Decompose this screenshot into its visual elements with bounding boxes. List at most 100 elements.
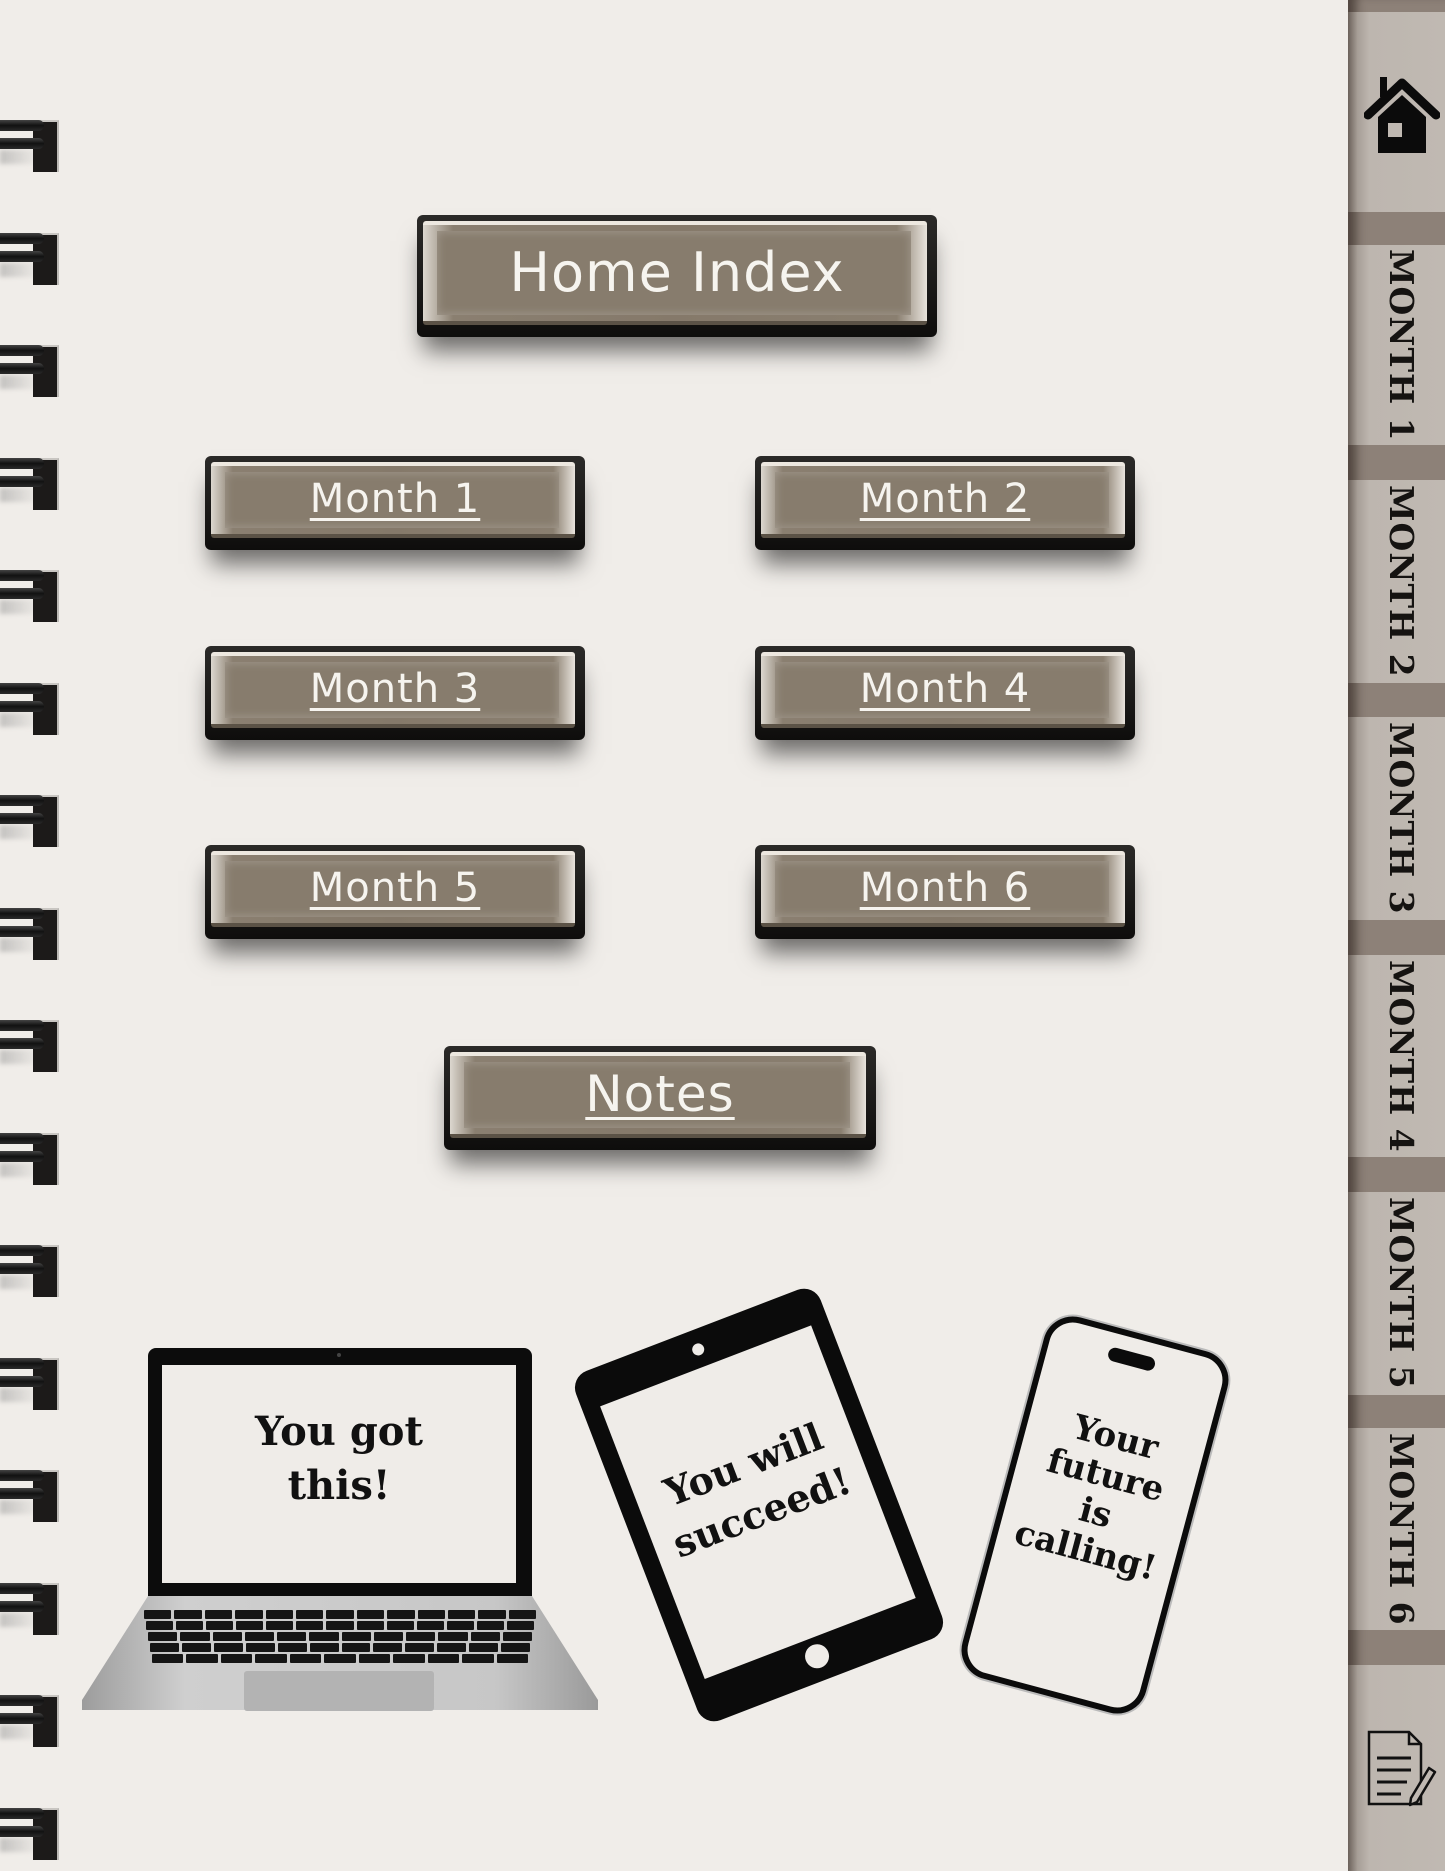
- planner-page: Home Index Month 1 Month 2 Month 3 Month…: [0, 0, 1348, 1871]
- tablet-screen: You will succeed!: [600, 1325, 916, 1679]
- keyboard-key: [478, 1610, 506, 1619]
- tab-month-1[interactable]: MONTH 1: [1348, 245, 1445, 445]
- keyboard-key: [393, 1654, 425, 1663]
- laptop-trackpad: [244, 1671, 434, 1711]
- laptop-text-line2: this!: [287, 1462, 391, 1509]
- spiral-ring: [0, 1464, 60, 1526]
- spiral-ring: [0, 1014, 60, 1076]
- keyboard-key: [373, 1643, 403, 1652]
- keyboard-key: [469, 1643, 499, 1652]
- spiral-ring: [0, 1352, 60, 1414]
- keyboard-key: [341, 1643, 371, 1652]
- tab-month-1-label: MONTH 1: [1382, 248, 1421, 442]
- month-1-button[interactable]: Month 1: [205, 456, 585, 550]
- keyboard-key: [341, 1632, 371, 1641]
- home-index-label: Home Index: [509, 240, 845, 304]
- month-2-label: Month 2: [859, 476, 1031, 522]
- keyboard-key: [144, 1610, 172, 1619]
- keyboard-key: [176, 1621, 204, 1630]
- keyboard-key: [309, 1643, 339, 1652]
- keyboard-key: [324, 1654, 356, 1663]
- keyboard-key: [356, 1610, 385, 1619]
- keyboard-key: [427, 1654, 460, 1663]
- tab-month-2[interactable]: MONTH 2: [1348, 480, 1445, 683]
- keyboard-key: [356, 1621, 384, 1630]
- keyboard-key: [446, 1621, 474, 1630]
- tablet-home-button: [801, 1640, 833, 1672]
- tab-month-6[interactable]: MONTH 6: [1348, 1428, 1445, 1630]
- month-4-button[interactable]: Month 4: [755, 646, 1135, 740]
- month-3-label: Month 3: [309, 666, 481, 712]
- keyboard-key: [386, 1621, 414, 1630]
- month-3-button[interactable]: Month 3: [205, 646, 585, 740]
- tab-month-4[interactable]: MONTH 4: [1348, 955, 1445, 1157]
- tablet-camera: [690, 1341, 706, 1358]
- keyboard-key: [235, 1610, 263, 1619]
- spiral-ring: [0, 227, 60, 289]
- keyboard-key: [326, 1610, 354, 1619]
- keyboard-key: [265, 1610, 293, 1619]
- spiral-ring: [0, 1127, 60, 1189]
- keyboard-key: [186, 1654, 218, 1663]
- tab-month-2-label: MONTH 2: [1382, 485, 1421, 678]
- tab-month-5[interactable]: MONTH 5: [1348, 1192, 1445, 1395]
- tab-home[interactable]: [1348, 12, 1445, 212]
- keyboard-key: [255, 1654, 287, 1663]
- keyboard-key: [244, 1632, 274, 1641]
- month-4-label: Month 4: [859, 666, 1031, 712]
- keyboard-key: [373, 1632, 403, 1641]
- spiral-ring: [0, 1577, 60, 1639]
- keyboard-key: [438, 1632, 468, 1641]
- keyboard-key: [309, 1632, 339, 1641]
- tab-month-3-label: MONTH 3: [1382, 722, 1421, 915]
- laptop-screen: You got this!: [162, 1365, 516, 1583]
- laptop-camera: [337, 1353, 341, 1357]
- keyboard-key: [506, 1621, 535, 1630]
- keyboard-key: [326, 1621, 354, 1630]
- month-6-label: Month 6: [859, 865, 1031, 911]
- keyboard-key: [220, 1654, 253, 1663]
- keyboard-key: [150, 1643, 179, 1652]
- keyboard-key: [152, 1654, 184, 1663]
- side-tab-bar: MONTH 1 MONTH 2 MONTH 3 MONTH 4 MONTH 5 …: [1348, 0, 1445, 1871]
- tab-notes[interactable]: [1348, 1665, 1445, 1871]
- keyboard-key: [266, 1621, 294, 1630]
- keyboard-key: [462, 1654, 494, 1663]
- month-6-button[interactable]: Month 6: [755, 845, 1135, 939]
- spiral-ring: [0, 114, 60, 176]
- keyboard-key: [405, 1643, 435, 1652]
- month-5-button[interactable]: Month 5: [205, 845, 585, 939]
- spiral-ring: [0, 1689, 60, 1751]
- home-index-button[interactable]: Home Index: [417, 215, 937, 337]
- keyboard-key: [470, 1632, 500, 1641]
- tablet-illustration: You will succeed!: [569, 1283, 949, 1727]
- keyboard-key: [502, 1632, 532, 1641]
- tab-month-3[interactable]: MONTH 3: [1348, 717, 1445, 920]
- keyboard-key: [204, 1610, 233, 1619]
- keyboard-key: [236, 1621, 264, 1630]
- keyboard-key: [296, 1621, 324, 1630]
- house-icon: [1363, 77, 1440, 153]
- month-2-button[interactable]: Month 2: [755, 456, 1135, 550]
- phone-illustration: Your future is calling!: [954, 1309, 1236, 1721]
- keyboard-key: [277, 1643, 307, 1652]
- month-5-label: Month 5: [309, 865, 481, 911]
- notes-button[interactable]: Notes: [444, 1046, 876, 1150]
- keyboard-key: [206, 1621, 234, 1630]
- keyboard-key: [213, 1643, 243, 1652]
- laptop-keyboard: [144, 1610, 537, 1666]
- keyboard-key: [387, 1610, 415, 1619]
- keyboard-key: [212, 1632, 242, 1641]
- keyboard-key: [180, 1632, 210, 1641]
- month-1-label: Month 1: [309, 476, 481, 522]
- keyboard-key: [406, 1632, 436, 1641]
- laptop-text-line1: You got: [255, 1408, 423, 1455]
- keyboard-key: [417, 1610, 445, 1619]
- keyboard-key: [501, 1643, 531, 1652]
- keyboard-key: [358, 1654, 391, 1663]
- tab-month-4-label: MONTH 4: [1382, 959, 1421, 1153]
- spiral-ring: [0, 677, 60, 739]
- keyboard-key: [476, 1621, 504, 1630]
- tab-month-5-label: MONTH 5: [1382, 1197, 1421, 1390]
- spiral-ring: [0, 789, 60, 851]
